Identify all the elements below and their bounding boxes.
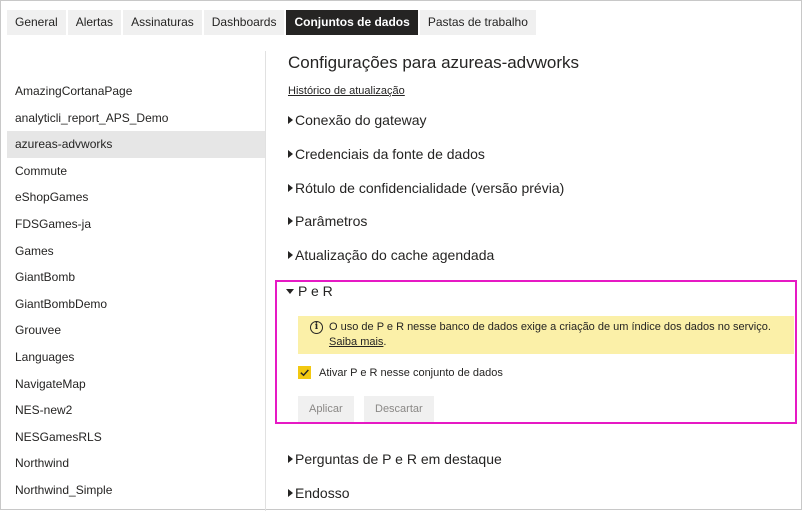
dataset-item[interactable]: Games bbox=[7, 238, 265, 265]
section-sensitivity-label[interactable]: Rótulo de confidencialidade (versão prév… bbox=[288, 180, 564, 196]
qa-section-highlight: P e R i O uso de P e R nesse banco de da… bbox=[275, 280, 797, 424]
dataset-item[interactable]: analyticli_report_APS_Demo bbox=[7, 105, 265, 132]
section-parameters[interactable]: Parâmetros bbox=[288, 213, 367, 229]
caret-right-icon bbox=[288, 184, 293, 192]
warning-text-block: O uso de P e R nesse banco de dados exig… bbox=[329, 320, 771, 354]
discard-button[interactable]: Descartar bbox=[364, 396, 434, 422]
dataset-item[interactable]: Languages bbox=[7, 344, 265, 371]
section-label: Endosso bbox=[295, 485, 350, 501]
tab-dashboards[interactable]: Dashboards bbox=[203, 10, 285, 35]
dataset-item[interactable]: FDSGames-ja bbox=[7, 211, 265, 238]
dataset-item[interactable]: Commute bbox=[7, 158, 265, 185]
section-label: Parâmetros bbox=[295, 213, 368, 229]
dataset-list: AmazingCortanaPage analyticli_report_APS… bbox=[7, 78, 265, 504]
section-endorsement[interactable]: Endosso bbox=[288, 485, 349, 501]
dataset-item-selected[interactable]: azureas-advworks bbox=[7, 131, 265, 158]
dataset-item[interactable]: NES-new2 bbox=[7, 397, 265, 424]
qa-warning-banner: i O uso de P e R nesse banco de dados ex… bbox=[298, 316, 794, 354]
caret-right-icon bbox=[288, 150, 293, 158]
dataset-item[interactable]: NESGamesRLS bbox=[7, 424, 265, 451]
settings-tabs: General Alertas Assinaturas Dashboards C… bbox=[7, 10, 536, 35]
section-qa[interactable]: P e R bbox=[286, 283, 333, 299]
dataset-item[interactable]: GiantBomb bbox=[7, 264, 265, 291]
apply-button[interactable]: Aplicar bbox=[298, 396, 354, 422]
refresh-history-link[interactable]: Histórico de atualização bbox=[288, 85, 405, 97]
section-label: Credenciais da fonte de dados bbox=[295, 146, 485, 162]
dataset-item[interactable]: AmazingCortanaPage bbox=[7, 78, 265, 105]
checkmark-icon bbox=[300, 369, 309, 377]
dataset-item[interactable]: Northwind_Simple bbox=[7, 477, 265, 504]
dataset-item[interactable]: GiantBombDemo bbox=[7, 291, 265, 318]
sidebar-divider bbox=[265, 51, 266, 511]
warning-text: O uso de P e R nesse banco de dados exig… bbox=[329, 321, 771, 333]
dataset-item[interactable]: NavigateMap bbox=[7, 371, 265, 398]
enable-qa-label: Ativar P e R nesse conjunto de dados bbox=[319, 366, 503, 379]
caret-right-icon bbox=[288, 251, 293, 259]
page-title: Configurações para azureas-advworks bbox=[288, 53, 580, 72]
dataset-item[interactable]: eShopGames bbox=[7, 184, 265, 211]
enable-qa-checkbox[interactable] bbox=[298, 366, 311, 379]
section-label: Rótulo de confidencialidade (versão prév… bbox=[295, 180, 565, 196]
enable-qa-row: Ativar P e R nesse conjunto de dados bbox=[298, 366, 503, 379]
dataset-item[interactable]: Grouvee bbox=[7, 317, 265, 344]
tab-assinaturas[interactable]: Assinaturas bbox=[123, 10, 202, 35]
section-label: Atualização do cache agendada bbox=[295, 247, 495, 263]
section-label: Perguntas de P e R em destaque bbox=[295, 451, 502, 467]
learn-more-link[interactable]: Saiba mais bbox=[329, 336, 383, 348]
dataset-item[interactable]: Northwind bbox=[7, 450, 265, 477]
info-icon: i bbox=[310, 321, 323, 334]
caret-right-icon bbox=[288, 455, 293, 463]
section-label: P e R bbox=[298, 283, 333, 299]
caret-down-icon bbox=[286, 288, 294, 294]
section-featured-qa-questions[interactable]: Perguntas de P e R em destaque bbox=[288, 451, 502, 467]
section-scheduled-cache-refresh[interactable]: Atualização do cache agendada bbox=[288, 247, 494, 263]
caret-right-icon bbox=[288, 489, 293, 497]
tab-general[interactable]: General bbox=[7, 10, 66, 35]
section-label: Conexão do gateway bbox=[295, 112, 427, 128]
caret-right-icon bbox=[288, 217, 293, 225]
section-data-source-credentials[interactable]: Credenciais da fonte de dados bbox=[288, 146, 485, 162]
warning-period: . bbox=[383, 336, 387, 348]
caret-right-icon bbox=[288, 116, 293, 124]
section-gateway-connection[interactable]: Conexão do gateway bbox=[288, 112, 427, 128]
tab-pastas-de-trabalho[interactable]: Pastas de trabalho bbox=[419, 10, 536, 35]
tab-alertas[interactable]: Alertas bbox=[67, 10, 122, 35]
tab-conjuntos-de-dados[interactable]: Conjuntos de dados bbox=[286, 10, 418, 35]
